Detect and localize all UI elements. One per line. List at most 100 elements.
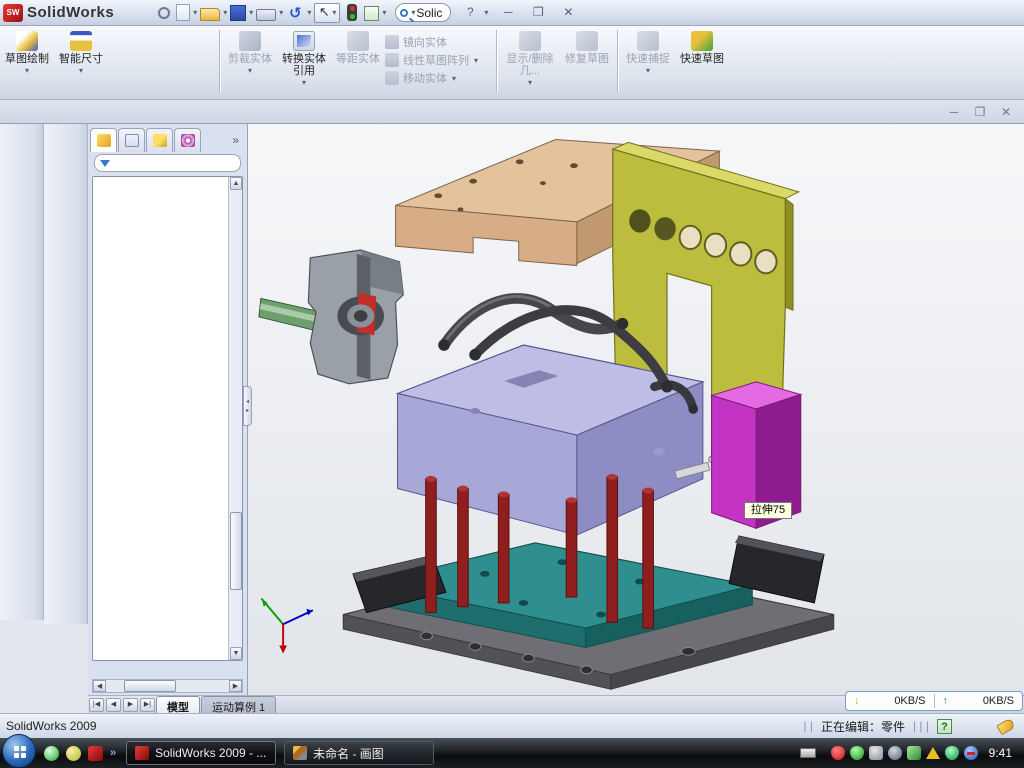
trim-entities-button: 剪裁实体▾ — [223, 26, 277, 75]
dropdown-caret: ▾ — [484, 8, 488, 17]
move-entities-button: 移动实体▾ — [385, 70, 493, 86]
trim-icon — [239, 31, 261, 51]
sketch-entities-grid — [110, 26, 214, 32]
doc-close-button[interactable]: ✕ — [996, 106, 1016, 121]
options-icon[interactable] — [364, 6, 379, 21]
tab-dimxpertmanager[interactable] — [174, 128, 201, 152]
tab-scroll-prev[interactable]: ◀ — [106, 698, 121, 712]
start-button[interactable] — [2, 734, 36, 768]
tree-vertical-scrollbar[interactable]: ▲ ▼ — [228, 177, 242, 660]
upload-speed: 0KB/S — [983, 695, 1014, 707]
select-arrow-icon: ↖ — [317, 4, 331, 22]
commandmanager-tab-row: ─ ❐ ✕ — [0, 100, 1024, 124]
print-icon[interactable] — [256, 9, 276, 21]
scroll-up-arrow[interactable]: ▲ — [230, 177, 242, 190]
download-arrow-icon: ↓ — [854, 695, 860, 707]
pattern-tools-group: 镜向实体 线性草图阵列▾ 移动实体▾ — [385, 26, 493, 86]
messenger-icon[interactable] — [44, 746, 59, 761]
search-input[interactable]: Solic — [416, 6, 442, 20]
rebuild-icon[interactable] — [347, 4, 357, 21]
search-box[interactable]: ▾ Solic — [395, 3, 451, 22]
dropdown-caret: ▾ — [474, 56, 478, 65]
part-clamp-block[interactable] — [308, 250, 403, 384]
tab-featuremanager[interactable] — [90, 128, 117, 152]
divider — [219, 30, 220, 92]
dropdown-caret: ▾ — [25, 66, 29, 75]
quick-launch: » — [44, 746, 116, 761]
doc-restore-button[interactable]: ❐ — [970, 106, 990, 121]
taskbar-button-paint[interactable]: 未命名 - 画图 — [284, 741, 434, 765]
scrollbar-thumb[interactable] — [124, 680, 176, 692]
dropdown-caret: ▾ — [223, 8, 227, 17]
part-cavity-block[interactable] — [398, 345, 719, 535]
select-tool[interactable]: ↖▾ — [314, 3, 340, 23]
pin-icon[interactable] — [158, 7, 170, 19]
tab-model[interactable]: 模型 — [156, 696, 200, 713]
dropdown-caret: ▾ — [279, 8, 283, 17]
display-delete-icon — [519, 31, 541, 51]
taskbar-button-solidworks[interactable]: SolidWorks 2009 - ... — [126, 741, 276, 765]
tag-icon[interactable] — [996, 717, 1015, 735]
scroll-left-arrow[interactable]: ◀ — [93, 680, 106, 692]
configurationmanager-icon — [153, 134, 167, 147]
shield-plus-icon[interactable] — [945, 746, 959, 760]
undo-icon[interactable]: ↺ — [286, 4, 304, 22]
restore-button[interactable]: ❐ — [527, 5, 549, 21]
close-button[interactable]: ✕ — [557, 5, 579, 21]
status-bar: SolidWorks 2009 | | 正在编辑：零件 | | | ? — [0, 713, 1024, 738]
dropdown-caret: ▾ — [249, 8, 253, 17]
sketch-commandmanager-toolbar: 草图绘制▾ 智能尺寸▾ 剪裁实体▾ 转换实体引用▾ 等距实体 镜向实体 线性草图… — [0, 26, 1024, 100]
tree-filter-input[interactable] — [94, 154, 241, 172]
dropdown-caret: ▾ — [382, 8, 386, 17]
editing-status: 正在编辑：零件 — [821, 718, 905, 735]
badge-icon[interactable] — [869, 746, 883, 760]
paint-task-icon — [293, 746, 307, 760]
panel-expand-button[interactable]: » — [232, 133, 245, 147]
rapid-sketch-button[interactable]: 快速草图 — [675, 26, 729, 65]
smart-dimension-button[interactable]: 智能尺寸▾ — [54, 26, 108, 75]
open-icon[interactable] — [200, 8, 220, 21]
title-bar: SW SolidWorks ▾ ▾ ▾ ▾ ↺▾ ↖▾ ▾ ▾ Solic ?▾… — [0, 0, 1024, 26]
antivirus-shield-icon[interactable] — [831, 746, 845, 760]
sketch-button[interactable]: 草图绘制▾ — [0, 26, 54, 75]
alert-icon[interactable] — [926, 747, 940, 759]
doc-minimize-button[interactable]: ─ — [944, 106, 964, 121]
keyboard-layout-icon[interactable] — [800, 748, 816, 758]
help-button[interactable]: ? — [459, 5, 481, 21]
tab-scroll-last[interactable]: ▶| — [140, 698, 155, 712]
mirror-entities-button: 镜向实体 — [385, 34, 493, 50]
scroll-down-arrow[interactable]: ▼ — [230, 647, 242, 660]
smart-dimension-icon — [70, 31, 92, 51]
scrollbar-thumb[interactable] — [230, 512, 242, 590]
tab-configurationmanager[interactable] — [146, 128, 173, 152]
panel-splitter[interactable]: ◂▸ — [243, 386, 252, 426]
tab-propertymanager[interactable] — [118, 128, 145, 152]
dropdown-caret: ▾ — [452, 74, 456, 83]
quick-launch-more[interactable]: » — [110, 747, 116, 759]
signal-icon[interactable] — [907, 746, 921, 760]
coordinate-triad — [262, 599, 312, 653]
tab-scroll-first[interactable]: |◀ — [89, 698, 104, 712]
save-icon[interactable] — [230, 5, 246, 21]
quick-access-toolbar: ▾ ▾ ▾ ▾ ↺▾ ↖▾ ▾ ▾ Solic ?▾ ─ ❐ ✕ — [154, 3, 579, 23]
quick-tips-icon[interactable]: ? — [937, 719, 952, 734]
volume-icon[interactable] — [888, 746, 902, 760]
tab-motion-study[interactable]: 运动算例 1 — [201, 696, 276, 713]
tab-scroll-next[interactable]: ▶ — [123, 698, 138, 712]
repair-sketch-button: 修复草图 — [560, 26, 614, 65]
security-shield-icon[interactable] — [850, 746, 864, 760]
solidworks-shortcut-icon[interactable] — [88, 746, 103, 761]
sync-blocked-icon[interactable] — [964, 746, 978, 760]
quick-snaps-icon — [637, 31, 659, 51]
convert-entities-button[interactable]: 转换实体引用▾ — [277, 26, 331, 87]
launcher-icon[interactable] — [66, 746, 81, 761]
surfaces-toolbar — [44, 124, 88, 624]
linear-pattern-icon — [385, 53, 399, 67]
dropdown-caret: ▾ — [646, 66, 650, 75]
minimize-button[interactable]: ─ — [497, 5, 519, 21]
new-document-icon[interactable] — [176, 4, 190, 21]
scroll-right-arrow[interactable]: ▶ — [229, 680, 242, 692]
model-graphics — [248, 124, 1024, 695]
tree-horizontal-scrollbar[interactable]: ◀ ▶ — [92, 679, 243, 693]
download-speed: 0KB/S — [894, 695, 925, 707]
